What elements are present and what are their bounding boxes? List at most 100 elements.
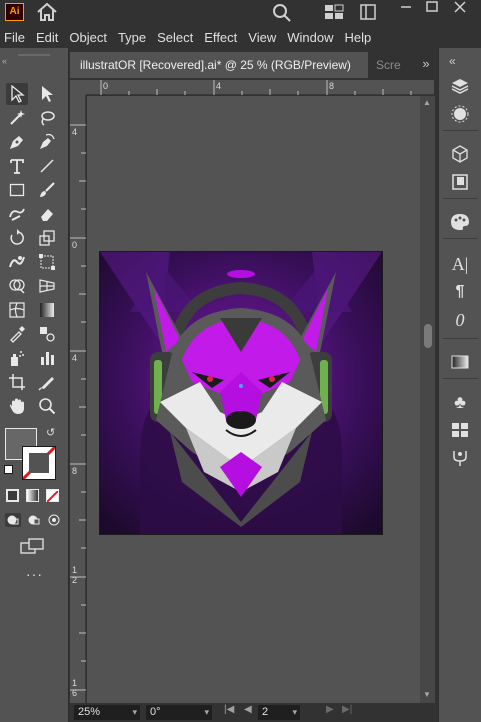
next-artboard-icon[interactable]: ▶ <box>326 704 334 715</box>
rotation-field[interactable]: 0° ▾ <box>146 705 212 720</box>
graph-tool-icon[interactable] <box>36 347 58 369</box>
ruler-label: 0 <box>103 81 109 91</box>
stroke-swatch[interactable] <box>21 445 57 481</box>
rectangle-tool-icon[interactable] <box>6 179 28 201</box>
screen-mode-icon[interactable] <box>20 538 46 557</box>
paragraph-icon[interactable]: ¶ <box>447 280 473 304</box>
scroll-down-icon[interactable]: ▼ <box>423 690 431 699</box>
blend-tool-icon[interactable] <box>36 323 58 345</box>
shape-builder-icon[interactable] <box>6 275 28 297</box>
tab-inactive-document[interactable]: Scre <box>370 52 410 78</box>
color-mode-icon[interactable] <box>6 489 19 502</box>
character-icon[interactable]: A| <box>447 252 473 276</box>
more-tools-icon[interactable]: ··· <box>26 566 43 582</box>
layers-icon[interactable] <box>447 74 473 98</box>
magic-wand-icon[interactable] <box>6 107 28 129</box>
gradient-tool-icon[interactable] <box>36 299 58 321</box>
ruler-origin[interactable] <box>70 80 86 95</box>
ruler-ticks-v <box>70 124 86 691</box>
panel-separator <box>443 338 478 339</box>
chevron-down-icon[interactable]: ▾ <box>292 705 297 720</box>
vertical-ruler[interactable]: 4 0 4 8 1 2 1 6 <box>70 95 86 703</box>
menu-effect[interactable]: Effect <box>199 30 243 45</box>
fox-mascot-artwork[interactable] <box>100 252 382 534</box>
menu-help[interactable]: Help <box>339 30 377 45</box>
chevron-down-icon[interactable]: ▾ <box>204 705 209 720</box>
gradient-mode-icon[interactable] <box>26 489 39 502</box>
align-icon[interactable] <box>447 418 473 442</box>
zoom-level: 25% <box>78 706 101 718</box>
default-fill-stroke-icon[interactable] <box>4 465 13 474</box>
color-palette-icon[interactable] <box>447 210 473 234</box>
selection-tool-icon[interactable] <box>6 83 28 105</box>
close-icon[interactable] <box>452 0 468 14</box>
panel-grip[interactable] <box>18 54 50 56</box>
symbol-sprayer-icon[interactable] <box>6 347 28 369</box>
menu-type[interactable]: Type <box>113 30 152 45</box>
home-icon[interactable] <box>36 2 58 22</box>
lasso-icon[interactable] <box>36 107 58 129</box>
line-tool-icon[interactable] <box>36 155 58 177</box>
warp-tool-icon[interactable] <box>6 251 28 273</box>
shaper-tool-icon[interactable] <box>6 203 28 225</box>
collapse-arrows-icon[interactable]: « <box>2 56 7 66</box>
symbols-icon[interactable]: ♣ <box>447 390 473 414</box>
eyedropper-icon[interactable] <box>6 323 28 345</box>
gradient-panel-icon[interactable] <box>447 350 473 374</box>
zoom-level-field[interactable]: 25% ▾ <box>74 705 140 720</box>
vertical-scrollbar[interactable]: ▲ ▼ <box>420 96 435 703</box>
expand-panels-icon[interactable]: « <box>449 54 456 68</box>
menu-object[interactable]: Object <box>64 30 113 45</box>
none-mode-icon[interactable] <box>46 489 59 503</box>
search-icon[interactable] <box>272 3 292 23</box>
ruler-label: 1 6 <box>72 678 78 698</box>
direct-selection-tool-icon[interactable] <box>36 83 58 105</box>
hand-tool-icon[interactable] <box>6 395 28 417</box>
menu-file[interactable]: File <box>0 30 31 45</box>
draw-inside-icon[interactable] <box>46 513 62 527</box>
zoom-tool-icon[interactable] <box>36 395 58 417</box>
appearance-icon[interactable] <box>447 102 473 126</box>
previous-artboard-icon[interactable]: ◀ <box>244 704 252 715</box>
libraries-icon[interactable] <box>447 170 473 194</box>
chevron-down-icon[interactable]: ▾ <box>132 705 137 720</box>
menu-window[interactable]: Window <box>282 30 339 45</box>
minimize-icon[interactable] <box>398 0 414 14</box>
menu-edit[interactable]: Edit <box>31 30 64 45</box>
more-tabs-icon[interactable]: » <box>416 56 436 74</box>
panel-separator <box>443 238 478 239</box>
last-artboard-icon[interactable]: ▶| <box>342 704 352 715</box>
puppet-warp-icon[interactable] <box>447 446 473 470</box>
curvature-tool-icon[interactable] <box>36 131 58 153</box>
arrange-documents-icon[interactable] <box>324 3 344 21</box>
artboard-tool-icon[interactable] <box>6 371 28 393</box>
draw-behind-icon[interactable] <box>26 513 42 527</box>
scroll-up-icon[interactable]: ▲ <box>423 98 431 107</box>
rotation-value: 0° <box>150 706 161 718</box>
scroll-thumb[interactable] <box>424 324 432 348</box>
first-artboard-icon[interactable]: |◀ <box>224 704 234 715</box>
menu-select[interactable]: Select <box>152 30 199 45</box>
scale-tool-icon[interactable] <box>36 227 58 249</box>
panel-separator <box>443 130 478 131</box>
type-tool-icon[interactable] <box>6 155 28 177</box>
menu-view[interactable]: View <box>243 30 282 45</box>
tab-active-document[interactable]: illustratOR [Recovered].ai* @ 25 % (RGB/… <box>70 52 368 78</box>
swap-fill-stroke-icon[interactable]: ↺ <box>46 426 55 439</box>
rotate-tool-icon[interactable] <box>6 227 28 249</box>
paintbrush-icon[interactable] <box>36 179 58 201</box>
pen-tool-icon[interactable] <box>6 131 28 153</box>
free-transform-icon[interactable] <box>36 251 58 273</box>
opentype-icon[interactable]: 0 <box>447 308 473 332</box>
artboard-number-field[interactable]: 2 ▾ <box>258 705 300 720</box>
artboard[interactable] <box>100 252 382 534</box>
slice-tool-icon[interactable] <box>36 371 58 393</box>
3d-icon[interactable] <box>447 142 473 166</box>
horizontal-ruler[interactable]: 0 4 8 <box>86 80 434 95</box>
workspace-icon[interactable] <box>360 3 376 21</box>
perspective-grid-icon[interactable] <box>36 275 58 297</box>
maximize-icon[interactable] <box>424 0 440 14</box>
eraser-icon[interactable] <box>36 203 58 225</box>
draw-normal-icon[interactable] <box>5 513 21 527</box>
mesh-tool-icon[interactable] <box>6 299 28 321</box>
